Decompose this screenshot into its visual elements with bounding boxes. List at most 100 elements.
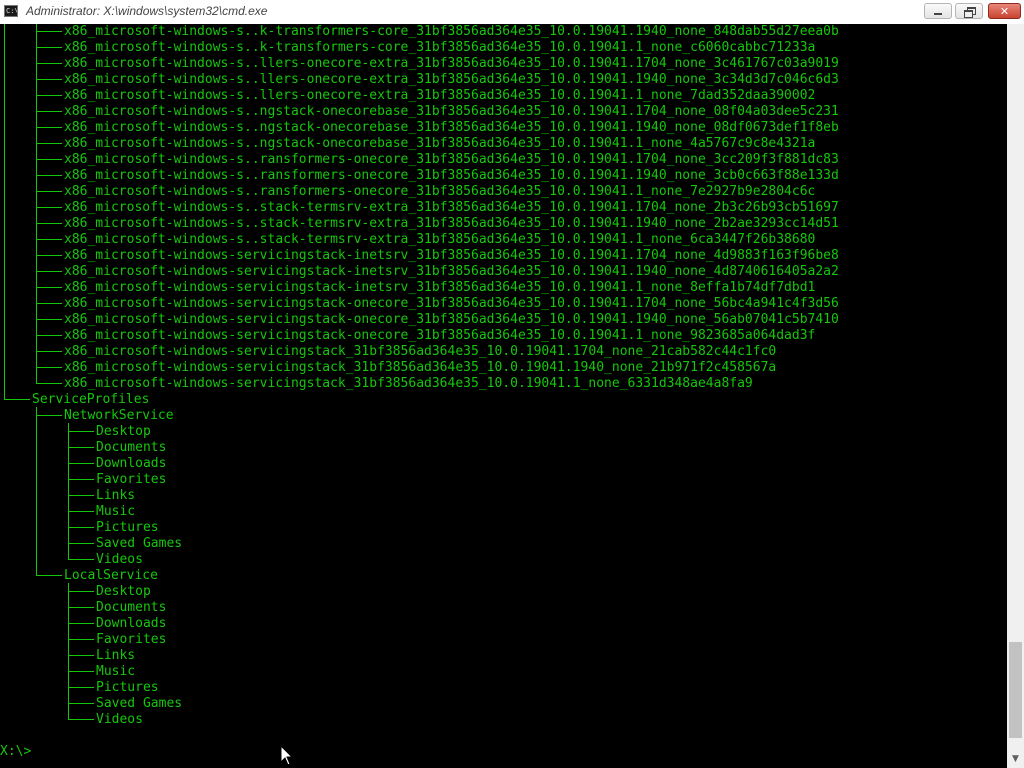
tree-line: Pictures: [0, 520, 1007, 536]
close-button[interactable]: ✕: [988, 3, 1021, 19]
tree-connector: [68, 639, 94, 640]
tree-entry: Saved Games: [96, 536, 183, 551]
tree-branch-line: [68, 623, 69, 640]
tree-connector: [68, 463, 94, 464]
tree-connector: [68, 671, 94, 672]
tree-entry: x86_microsoft-windows-s..llers-onecore-e…: [64, 56, 839, 71]
tree-connector: [68, 447, 94, 448]
tree-branch-line: [68, 431, 69, 448]
tree-line: Saved Games: [0, 696, 1007, 712]
tree-entry: x86_microsoft-windows-servicingstack-ine…: [64, 248, 839, 263]
tree-connector: [36, 303, 62, 304]
tree-line: x86_microsoft-windows-servicingstack_31b…: [0, 376, 1007, 392]
tree-connector: [36, 351, 62, 352]
tree-line: Documents: [0, 600, 1007, 616]
cmd-app-icon[interactable]: C:\: [4, 5, 18, 17]
tree-entry: x86_microsoft-windows-s..ransformers-one…: [64, 152, 839, 167]
tree-line: x86_microsoft-windows-servicingstack-ine…: [0, 280, 1007, 296]
tree-connector: [36, 143, 62, 144]
tree-entry: Videos: [96, 552, 143, 567]
tree-connector: [36, 367, 62, 368]
tree-connector: [68, 543, 94, 544]
tree-entry: x86_microsoft-windows-s..k-transformers-…: [64, 40, 816, 55]
tree-branch-line: [36, 287, 37, 304]
tree-branch-line: [36, 223, 37, 240]
tree-branch-line: [36, 79, 37, 96]
tree-branch-line: [36, 31, 37, 48]
tree-branch-line: [36, 207, 37, 224]
tree-trunk-line: [4, 24, 5, 400]
tree-line: x86_microsoft-windows-s..ngstack-onecore…: [0, 120, 1007, 136]
tree-entry: NetworkService: [64, 408, 174, 423]
tree-connector: [36, 383, 62, 384]
minimize-icon: [934, 13, 942, 15]
tree-entry: x86_microsoft-windows-s..llers-onecore-e…: [64, 88, 816, 103]
tree-entry: Pictures: [96, 680, 159, 695]
tree-line: Music: [0, 504, 1007, 520]
tree-entry: Desktop: [96, 584, 151, 599]
tree-connector: [36, 415, 62, 416]
tree-line: x86_microsoft-windows-s..stack-termsrv-e…: [0, 216, 1007, 232]
tree-branch-line: [68, 639, 69, 656]
tree-branch-line: [68, 607, 69, 624]
tree-entry: x86_microsoft-windows-servicingstack_31b…: [64, 376, 753, 391]
tree-branch-line: [36, 191, 37, 208]
title-bar[interactable]: C:\ Administrator: X:\windows\system32\c…: [0, 0, 1024, 25]
vertical-scrollbar[interactable]: ▼: [1007, 24, 1024, 768]
tree-branch-line: [36, 159, 37, 176]
tree-connector: [36, 31, 62, 32]
tree-connector: [68, 431, 94, 432]
tree-line: Desktop: [0, 424, 1007, 440]
tree-line: Desktop: [0, 584, 1007, 600]
tree-entry: x86_microsoft-windows-servicingstack-one…: [64, 296, 839, 311]
tree-branch-line: [68, 479, 69, 496]
console-output[interactable]: x86_microsoft-windows-s..k-transformers-…: [0, 24, 1007, 768]
tree-connector: [68, 479, 94, 480]
command-prompt[interactable]: X:\>: [0, 744, 31, 760]
tree-branch-line: [36, 127, 37, 144]
tree-entry: x86_microsoft-windows-s..stack-termsrv-e…: [64, 216, 839, 231]
tree-connector: [68, 591, 94, 592]
restore-icon: [963, 6, 976, 18]
tree-entry: x86_microsoft-windows-s..stack-termsrv-e…: [64, 200, 839, 215]
tree-line: Links: [0, 648, 1007, 664]
tree-line: Downloads: [0, 616, 1007, 632]
tree-entry: x86_microsoft-windows-servicingstack_31b…: [64, 344, 777, 359]
tree-entry: x86_microsoft-windows-s..ngstack-onecore…: [64, 120, 839, 135]
tree-entry: x86_microsoft-windows-servicingstack-one…: [64, 312, 839, 327]
tree-line: x86_microsoft-windows-s..stack-termsrv-e…: [0, 200, 1007, 216]
tree-connector: [36, 319, 62, 320]
tree-entry: Downloads: [96, 456, 167, 471]
tree-entry: x86_microsoft-windows-s..ransformers-one…: [64, 184, 816, 199]
tree-entry: x86_microsoft-windows-servicingstack_31b…: [64, 360, 777, 375]
maximize-button[interactable]: [955, 3, 983, 19]
tree-entry: x86_microsoft-windows-s..llers-onecore-e…: [64, 72, 839, 87]
scrollbar-thumb[interactable]: [1009, 642, 1022, 738]
tree-entry: Music: [96, 504, 136, 519]
tree-branch-line: [36, 303, 37, 320]
tree-line: x86_microsoft-windows-servicingstack_31b…: [0, 360, 1007, 376]
tree-branch-line: [36, 319, 37, 336]
tree-line: x86_microsoft-windows-s..llers-onecore-e…: [0, 88, 1007, 104]
tree-branch-line: [36, 95, 37, 112]
tree-connector: [68, 511, 94, 512]
tree-line: x86_microsoft-windows-servicingstack-ine…: [0, 248, 1007, 264]
scroll-down-arrow-icon[interactable]: ▼: [1007, 751, 1024, 768]
tree-branch-line: [36, 63, 37, 80]
tree-connector: [36, 271, 62, 272]
tree-connector: [68, 655, 94, 656]
tree-line: x86_microsoft-windows-servicingstack-ine…: [0, 264, 1007, 280]
tree-connector: [36, 335, 62, 336]
tree-connector: [68, 703, 94, 704]
tree-entry: x86_microsoft-windows-s..k-transformers-…: [64, 24, 839, 39]
tree-line: Saved Games: [0, 536, 1007, 552]
tree-branch-line: [68, 447, 69, 464]
tree-branch-line: [68, 495, 69, 512]
minimize-button[interactable]: [924, 3, 952, 19]
tree-entry: ServiceProfiles: [32, 392, 150, 407]
tree-connector: [68, 527, 94, 528]
tree-branch-line: [36, 255, 37, 272]
tree-branch-line: [36, 175, 37, 192]
tree-connector: [36, 79, 62, 80]
tree-entry: Favorites: [96, 632, 167, 647]
